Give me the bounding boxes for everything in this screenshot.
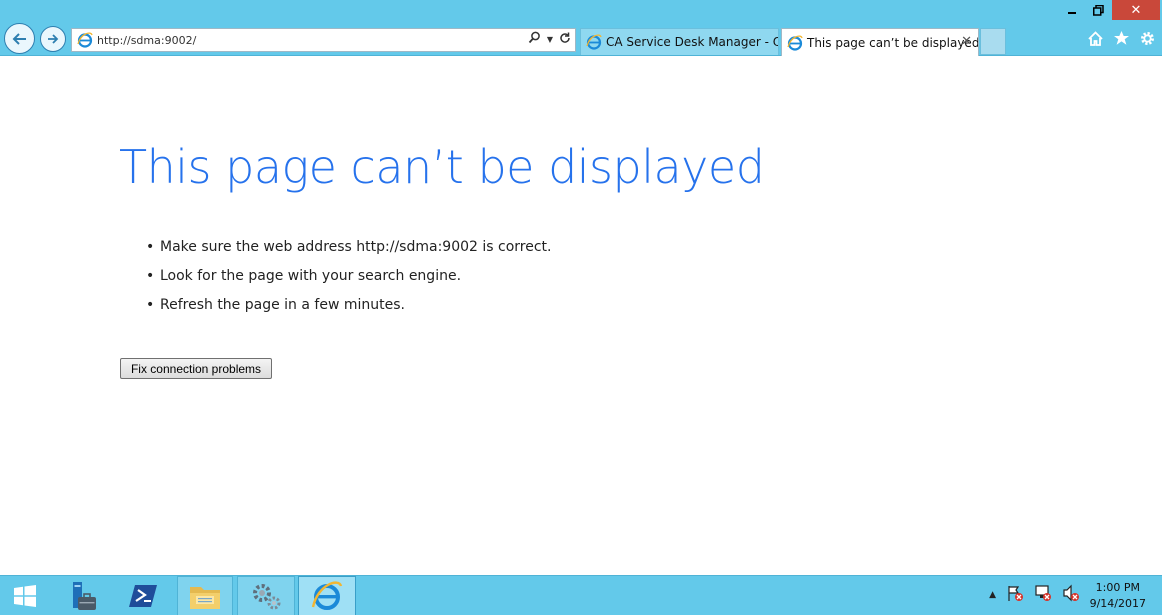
powershell-icon: [129, 585, 157, 607]
dropdown-arrow-icon[interactable]: ▼: [547, 35, 553, 44]
taskbar-file-explorer[interactable]: [177, 576, 233, 615]
system-tray: ▲: [989, 584, 1080, 605]
settings-gear-icon[interactable]: [1139, 30, 1156, 52]
internet-explorer-icon: [77, 32, 93, 48]
internet-explorer-icon: [311, 581, 343, 610]
taskbar-server-manager[interactable]: [56, 576, 106, 615]
internet-explorer-icon: [787, 35, 803, 51]
page-title: This page can’t be displayed: [119, 140, 765, 194]
browser-toolbar: [1087, 30, 1156, 52]
volume-muted-icon[interactable]: [1062, 584, 1080, 605]
window-controls: ✕: [1058, 0, 1160, 20]
tab-ca-service-desk[interactable]: CA Service Desk Manager - Op...: [580, 28, 779, 55]
windows-start-icon: [14, 585, 36, 607]
forward-arrow-icon[interactable]: [40, 26, 66, 52]
close-tab-icon[interactable]: ✕: [961, 34, 972, 49]
address-input[interactable]: [97, 33, 527, 47]
address-bar[interactable]: ▼: [71, 28, 576, 52]
tab-error-page[interactable]: This page can’t be displayed ✕: [781, 28, 979, 56]
show-hidden-icons-icon[interactable]: ▲: [989, 590, 996, 600]
browser-chrome: ✕ ▼ CA Service Desk Manager -: [0, 0, 1162, 56]
taskbar-powershell[interactable]: [116, 576, 172, 615]
tab-label: CA Service Desk Manager - Op...: [606, 35, 778, 49]
close-icon[interactable]: ✕: [1112, 0, 1160, 20]
restore-icon[interactable]: [1085, 0, 1112, 20]
search-icon[interactable]: [528, 31, 541, 48]
clock-time: 1:00 PM: [1095, 581, 1140, 594]
favorites-star-icon[interactable]: [1113, 30, 1130, 52]
back-arrow-icon[interactable]: [4, 23, 35, 54]
list-item: Refresh the page in a few minutes.: [146, 296, 551, 325]
tab-label: This page can’t be displayed: [807, 35, 979, 50]
taskbar-internet-explorer[interactable]: [298, 576, 356, 615]
fix-connection-button[interactable]: Fix connection problems: [120, 358, 272, 379]
suggestion-list: Make sure the web address http://sdma:90…: [146, 238, 551, 325]
internet-explorer-icon: [586, 34, 602, 50]
action-center-flag-icon[interactable]: [1006, 584, 1024, 605]
minimize-icon[interactable]: [1058, 0, 1085, 20]
server-manager-icon: [73, 582, 96, 610]
new-tab-button[interactable]: [980, 28, 1006, 55]
taskbar-clock[interactable]: 1:00 PM 9/14/2017: [1090, 580, 1146, 612]
refresh-icon[interactable]: [559, 32, 571, 48]
list-item: Look for the page with your search engin…: [146, 267, 551, 296]
start-button[interactable]: [0, 576, 50, 615]
taskbar-admin-tools[interactable]: [237, 576, 295, 615]
admin-tools-icon: [253, 584, 281, 610]
home-icon[interactable]: [1087, 30, 1104, 52]
clock-date: 9/14/2017: [1089, 597, 1146, 610]
list-item: Make sure the web address http://sdma:90…: [146, 238, 551, 267]
network-icon[interactable]: [1034, 584, 1052, 605]
taskbar: ▲ 1:00 PM 9/14/2017: [0, 575, 1162, 615]
file-explorer-icon: [190, 587, 220, 609]
